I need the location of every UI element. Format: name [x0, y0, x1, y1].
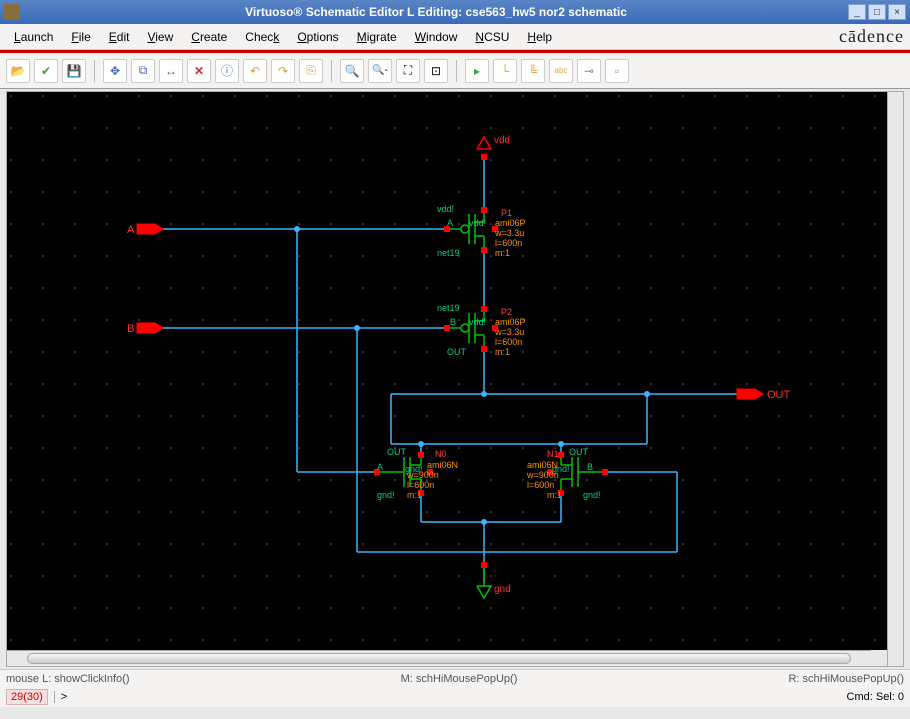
window-title: Virtuoso® Schematic Editor L Editing: cs… [26, 5, 846, 19]
menu-window[interactable]: Window [407, 27, 466, 47]
menu-view[interactable]: View [139, 27, 181, 47]
schematic-canvas-area: vdd [6, 91, 904, 667]
maximize-button[interactable]: □ [868, 4, 886, 20]
pin-icon[interactable]: ⊸ [577, 59, 601, 83]
app-icon [4, 4, 20, 20]
svg-text:m:1: m:1 [495, 248, 510, 258]
zoom-in-icon[interactable]: 🔍 [340, 59, 364, 83]
open-icon[interactable]: 📂 [6, 59, 30, 83]
svg-text:ami06N: ami06N [527, 460, 558, 470]
cadence-logo: cādence [839, 26, 904, 47]
menu-help[interactable]: Help [519, 27, 560, 47]
svg-text:m:1: m:1 [495, 347, 510, 357]
menu-options[interactable]: Options [289, 27, 346, 47]
label-icon[interactable]: abc [549, 59, 573, 83]
svg-text:m:1: m:1 [547, 490, 562, 500]
close-button[interactable]: × [888, 4, 906, 20]
zoom-out-icon[interactable]: 🔍- [368, 59, 392, 83]
page-icon[interactable]: ▫ [605, 59, 629, 83]
wide-wire-icon[interactable]: ╚ [521, 59, 545, 83]
command-status-bar: 29(30) > Cmd: Sel: 0 [0, 687, 910, 707]
menu-file[interactable]: File [63, 27, 98, 47]
svg-text:net19: net19 [437, 303, 460, 313]
zoom-fit-icon[interactable]: ⛶ [396, 59, 420, 83]
svg-text:w=3.3u: w=3.3u [494, 327, 524, 337]
mouse-left-status: mouse L: showClickInfo() [6, 673, 130, 685]
svg-text:N1: N1 [547, 449, 559, 459]
svg-text:P2: P2 [501, 307, 512, 317]
horizontal-scrollbar[interactable] [7, 650, 871, 666]
stretch-icon[interactable]: ↔ [159, 59, 183, 83]
filter-icon[interactable]: ▸ [465, 59, 489, 83]
copy-icon[interactable]: ⧉ [131, 59, 155, 83]
menu-migrate[interactable]: Migrate [349, 27, 405, 47]
svg-text:vdd!: vdd! [437, 204, 454, 214]
menu-check[interactable]: Check [237, 27, 287, 47]
svg-text:B: B [587, 462, 593, 472]
cmd-sel-status: Cmd: Sel: 0 [847, 691, 904, 703]
svg-text:gnd!: gnd! [377, 490, 395, 500]
menubar: Launch File Edit View Create Check Optio… [0, 24, 910, 50]
svg-text:OUT: OUT [569, 447, 589, 457]
svg-text:A: A [447, 218, 453, 228]
undo-icon[interactable]: ↶ [243, 59, 267, 83]
svg-text:OUT: OUT [387, 447, 407, 457]
svg-text:OUT: OUT [447, 347, 467, 357]
svg-text:ami06N: ami06N [427, 460, 458, 470]
wire-icon[interactable]: └ [493, 59, 517, 83]
svg-text:vdd!: vdd! [469, 218, 486, 228]
svg-text:vdd!: vdd! [469, 317, 486, 327]
toolbar: 📂 ✔ 💾 ✥ ⧉ ↔ ✕ ⓘ ↶ ↷ ⎘ 🔍 🔍- ⛶ ⊡ ▸ └ ╚ abc… [0, 53, 910, 89]
svg-text:w=3.3u: w=3.3u [494, 228, 524, 238]
minimize-button[interactable]: _ [848, 4, 866, 20]
svg-text:w=900n: w=900n [406, 470, 439, 480]
svg-text:N0: N0 [435, 449, 447, 459]
svg-text:A: A [377, 462, 383, 472]
redo-icon[interactable]: ↷ [271, 59, 295, 83]
svg-text:l=600n: l=600n [495, 337, 522, 347]
instance-icon[interactable]: ⎘ [299, 59, 323, 83]
mouse-right-status: R: schHiMousePopUp() [788, 673, 904, 685]
svg-text:B: B [127, 323, 134, 335]
menu-launch[interactable]: Launch [6, 27, 61, 47]
svg-text:ami06P: ami06P [495, 317, 526, 327]
menu-ncsu[interactable]: NCSU [467, 27, 517, 47]
svg-text:l=600n: l=600n [495, 238, 522, 248]
menu-create[interactable]: Create [183, 27, 235, 47]
coord-readout: 29(30) [6, 689, 48, 705]
save-icon[interactable]: 💾 [62, 59, 86, 83]
svg-text:OUT: OUT [767, 389, 791, 401]
zoom-sel-icon[interactable]: ⊡ [424, 59, 448, 83]
mouse-status-bar: mouse L: showClickInfo() M: schHiMousePo… [0, 669, 910, 687]
svg-text:l=600n: l=600n [527, 480, 554, 490]
command-prompt[interactable]: > [54, 691, 67, 703]
svg-text:A: A [127, 224, 135, 236]
titlebar: Virtuoso® Schematic Editor L Editing: cs… [0, 0, 910, 24]
svg-text:B: B [450, 317, 456, 327]
svg-text:vdd: vdd [494, 135, 510, 146]
delete-icon[interactable]: ✕ [187, 59, 211, 83]
mouse-middle-status: M: schHiMousePopUp() [401, 673, 518, 685]
move-icon[interactable]: ✥ [103, 59, 127, 83]
info-icon[interactable]: ⓘ [215, 59, 239, 83]
menu-edit[interactable]: Edit [101, 27, 138, 47]
svg-text:P1: P1 [501, 208, 512, 218]
svg-text:gnd!: gnd! [583, 490, 601, 500]
check-save-icon[interactable]: ✔ [34, 59, 58, 83]
svg-text:ami06P: ami06P [495, 218, 526, 228]
svg-text:w=900n: w=900n [526, 470, 559, 480]
vertical-scrollbar[interactable] [887, 92, 903, 666]
schematic-canvas[interactable]: vdd [7, 92, 887, 650]
svg-text:net19: net19 [437, 248, 460, 258]
svg-text:m:1: m:1 [407, 490, 422, 500]
svg-text:gnd: gnd [494, 584, 511, 595]
svg-text:l=600n: l=600n [407, 480, 434, 490]
